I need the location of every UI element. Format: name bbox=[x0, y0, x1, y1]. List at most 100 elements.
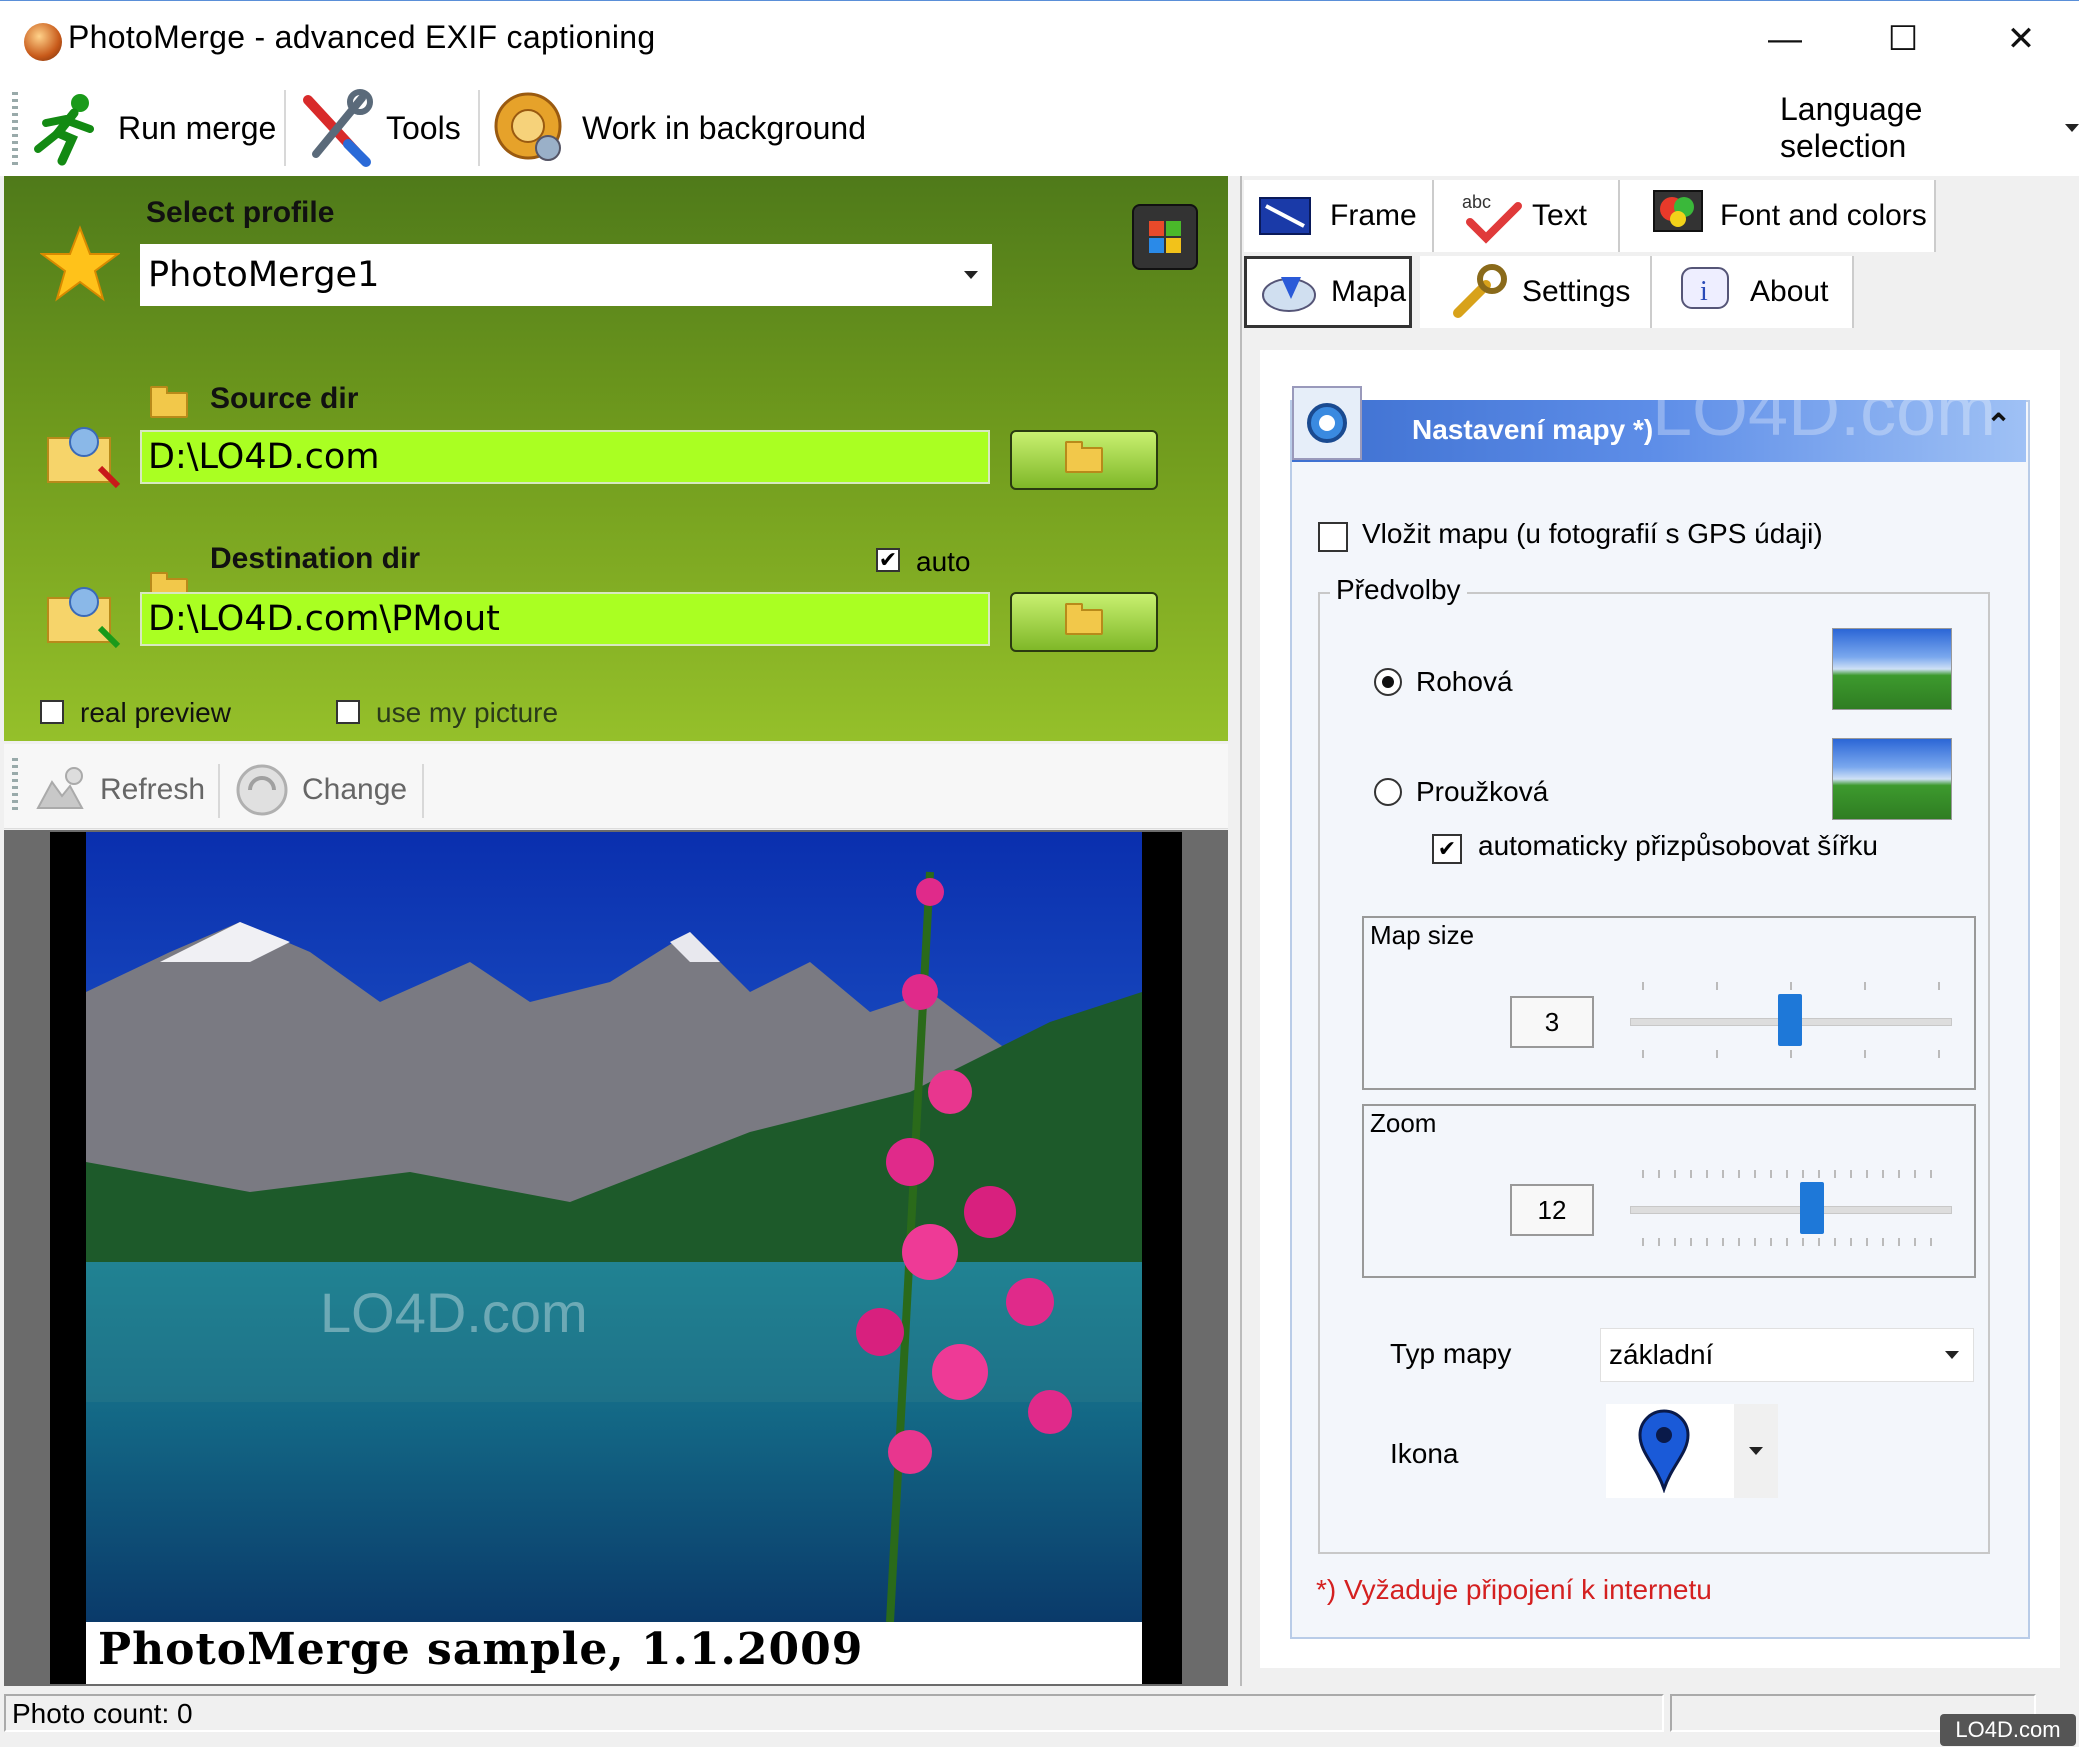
refresh-label: Refresh bbox=[100, 773, 206, 806]
slider-tick bbox=[1642, 1050, 1644, 1058]
auto-checkbox[interactable]: ✔ bbox=[876, 548, 900, 572]
profile-color-button[interactable] bbox=[1132, 204, 1198, 270]
windows-logo-icon bbox=[1149, 221, 1181, 253]
zoom-label: Zoom bbox=[1370, 1108, 1437, 1138]
destination-dir-label: Destination dir bbox=[210, 542, 421, 575]
gear-disc-icon bbox=[494, 92, 562, 161]
map-type-select[interactable]: základní bbox=[1600, 1328, 1974, 1382]
wrench-icon bbox=[1453, 264, 1507, 318]
corner-label: Rohová bbox=[1416, 666, 1513, 697]
tab-label: About bbox=[1750, 275, 1829, 308]
tab-label: Text bbox=[1532, 199, 1588, 232]
checkmark-icon: ✔ bbox=[1437, 836, 1457, 861]
settings-gear-icon bbox=[1292, 386, 1362, 460]
language-selection-dropdown[interactable]: Language selection bbox=[1780, 84, 2079, 172]
watermark-badge: LO4D.com bbox=[1940, 1714, 2076, 1746]
auto-width-checkbox[interactable]: ✔ bbox=[1432, 834, 1462, 864]
status-segment: Photo count: 0 bbox=[4, 1694, 1664, 1732]
profile-select[interactable]: PhotoMerge1 bbox=[140, 244, 992, 306]
minimize-icon: — bbox=[1768, 19, 1802, 58]
tab-font-and-colors[interactable]: Font and colors bbox=[1620, 180, 1936, 252]
checkmark-icon: ✔ bbox=[878, 547, 898, 572]
tab-about[interactable]: i About bbox=[1652, 256, 1854, 328]
preview-image: PhotoMerge sample, 1.1.2009 LO4D.com bbox=[50, 832, 1182, 1684]
tab-mapa[interactable]: Mapa bbox=[1244, 256, 1412, 328]
destination-dir-browse-button[interactable] bbox=[1010, 592, 1158, 652]
slider-tick bbox=[1864, 1050, 1866, 1058]
app-icon bbox=[24, 23, 62, 61]
language-selection-label: Language selection bbox=[1780, 91, 1923, 164]
destination-dir-input[interactable]: D:\LO4D.com\PMout bbox=[140, 592, 990, 646]
toolbar-separator bbox=[422, 764, 424, 818]
insert-map-label: Vložit mapu (u fotografií s GPS údaji) bbox=[1362, 518, 1823, 549]
chevron-down-icon bbox=[1945, 1351, 1959, 1359]
zoom-slider-thumb[interactable] bbox=[1800, 1182, 1824, 1234]
source-dir-input[interactable]: D:\LO4D.com bbox=[140, 430, 990, 484]
strip-label: Proužková bbox=[1416, 776, 1549, 807]
chevron-down-icon bbox=[1749, 1447, 1763, 1455]
slider-tick bbox=[1716, 982, 1718, 990]
maximize-button[interactable]: ☐ bbox=[1844, 1, 1962, 77]
tools-icon bbox=[303, 89, 373, 167]
change-icon bbox=[236, 764, 288, 816]
info-icon: i bbox=[1681, 267, 1729, 309]
map-size-slider-thumb[interactable] bbox=[1778, 994, 1802, 1046]
source-dir-label: Source dir bbox=[210, 382, 359, 415]
map-size-value[interactable]: 3 bbox=[1510, 996, 1594, 1048]
chevron-down-icon bbox=[2065, 124, 2079, 132]
title-bar: PhotoMerge - advanced EXIF captioning — … bbox=[0, 0, 2079, 81]
toolbar-grip[interactable] bbox=[12, 92, 18, 166]
icon-select[interactable] bbox=[1606, 1404, 1778, 1498]
run-merge-button[interactable]: Run merge bbox=[28, 84, 276, 172]
map-size-label: Map size bbox=[1370, 920, 1475, 950]
toolbar-separator bbox=[284, 90, 286, 166]
refresh-button[interactable]: Refresh bbox=[30, 760, 205, 820]
group-header-title: Nastavení mapy *) bbox=[1412, 414, 1654, 445]
close-icon: ✕ bbox=[2006, 20, 2036, 58]
palette-icon bbox=[1653, 190, 1703, 232]
refresh-icon bbox=[36, 767, 84, 809]
svg-text:i: i bbox=[1700, 276, 1708, 307]
select-profile-label: Select profile bbox=[146, 196, 335, 229]
minimize-button[interactable]: — bbox=[1726, 1, 1844, 77]
change-label: Change bbox=[302, 773, 408, 806]
strip-radio[interactable] bbox=[1374, 778, 1402, 806]
tab-settings[interactable]: Settings bbox=[1420, 256, 1652, 328]
work-in-background-button[interactable]: Work in background bbox=[492, 84, 866, 172]
group-header[interactable]: Nastavení mapy *) ⌃ LO4D.com bbox=[1292, 371, 2026, 462]
slider-tick bbox=[1938, 982, 1940, 990]
tab-label: Settings bbox=[1522, 275, 1631, 308]
real-preview-checkbox[interactable] bbox=[40, 700, 64, 724]
source-dir-browse-button[interactable] bbox=[1010, 430, 1158, 490]
map-type-value: základní bbox=[1609, 1339, 1714, 1370]
profile-value: PhotoMerge1 bbox=[148, 255, 380, 295]
tools-button[interactable]: Tools bbox=[296, 84, 461, 172]
presets-label: Předvolby bbox=[1330, 574, 1467, 606]
source-folder-icon bbox=[47, 427, 121, 489]
insert-map-checkbox[interactable] bbox=[1318, 522, 1348, 552]
slider-tick bbox=[1642, 982, 1644, 990]
star-icon bbox=[40, 225, 120, 302]
tab-label: Frame bbox=[1330, 199, 1417, 232]
toolbar-separator bbox=[218, 764, 220, 818]
preview-caption: PhotoMerge sample, 1.1.2009 bbox=[98, 1624, 864, 1675]
use-my-picture-checkbox[interactable] bbox=[336, 700, 360, 724]
change-button[interactable]: Change bbox=[232, 760, 407, 820]
tab-label: Mapa bbox=[1331, 275, 1407, 308]
photo-count: Photo count: 0 bbox=[12, 1698, 193, 1729]
run-merge-label: Run merge bbox=[118, 109, 277, 146]
zoom-value[interactable]: 12 bbox=[1510, 1184, 1594, 1236]
auto-width-label: automaticky přizpůsobovat šířku bbox=[1478, 830, 1878, 861]
watermark: LO4D.com bbox=[320, 1281, 588, 1344]
icon-label: Ikona bbox=[1390, 1438, 1459, 1469]
chevron-down-icon bbox=[964, 271, 978, 279]
slider-tick bbox=[1790, 982, 1792, 990]
tab-text[interactable]: abc Text bbox=[1434, 180, 1620, 252]
slider-tick bbox=[1938, 1050, 1940, 1058]
zoom-slider-track[interactable] bbox=[1630, 1206, 1952, 1214]
close-button[interactable]: ✕ bbox=[1962, 1, 2079, 77]
icon-select-toggle[interactable] bbox=[1734, 1404, 1778, 1498]
tab-frame[interactable]: Frame bbox=[1244, 180, 1434, 252]
toolbar-grip[interactable] bbox=[12, 758, 18, 814]
corner-radio[interactable] bbox=[1374, 668, 1402, 696]
